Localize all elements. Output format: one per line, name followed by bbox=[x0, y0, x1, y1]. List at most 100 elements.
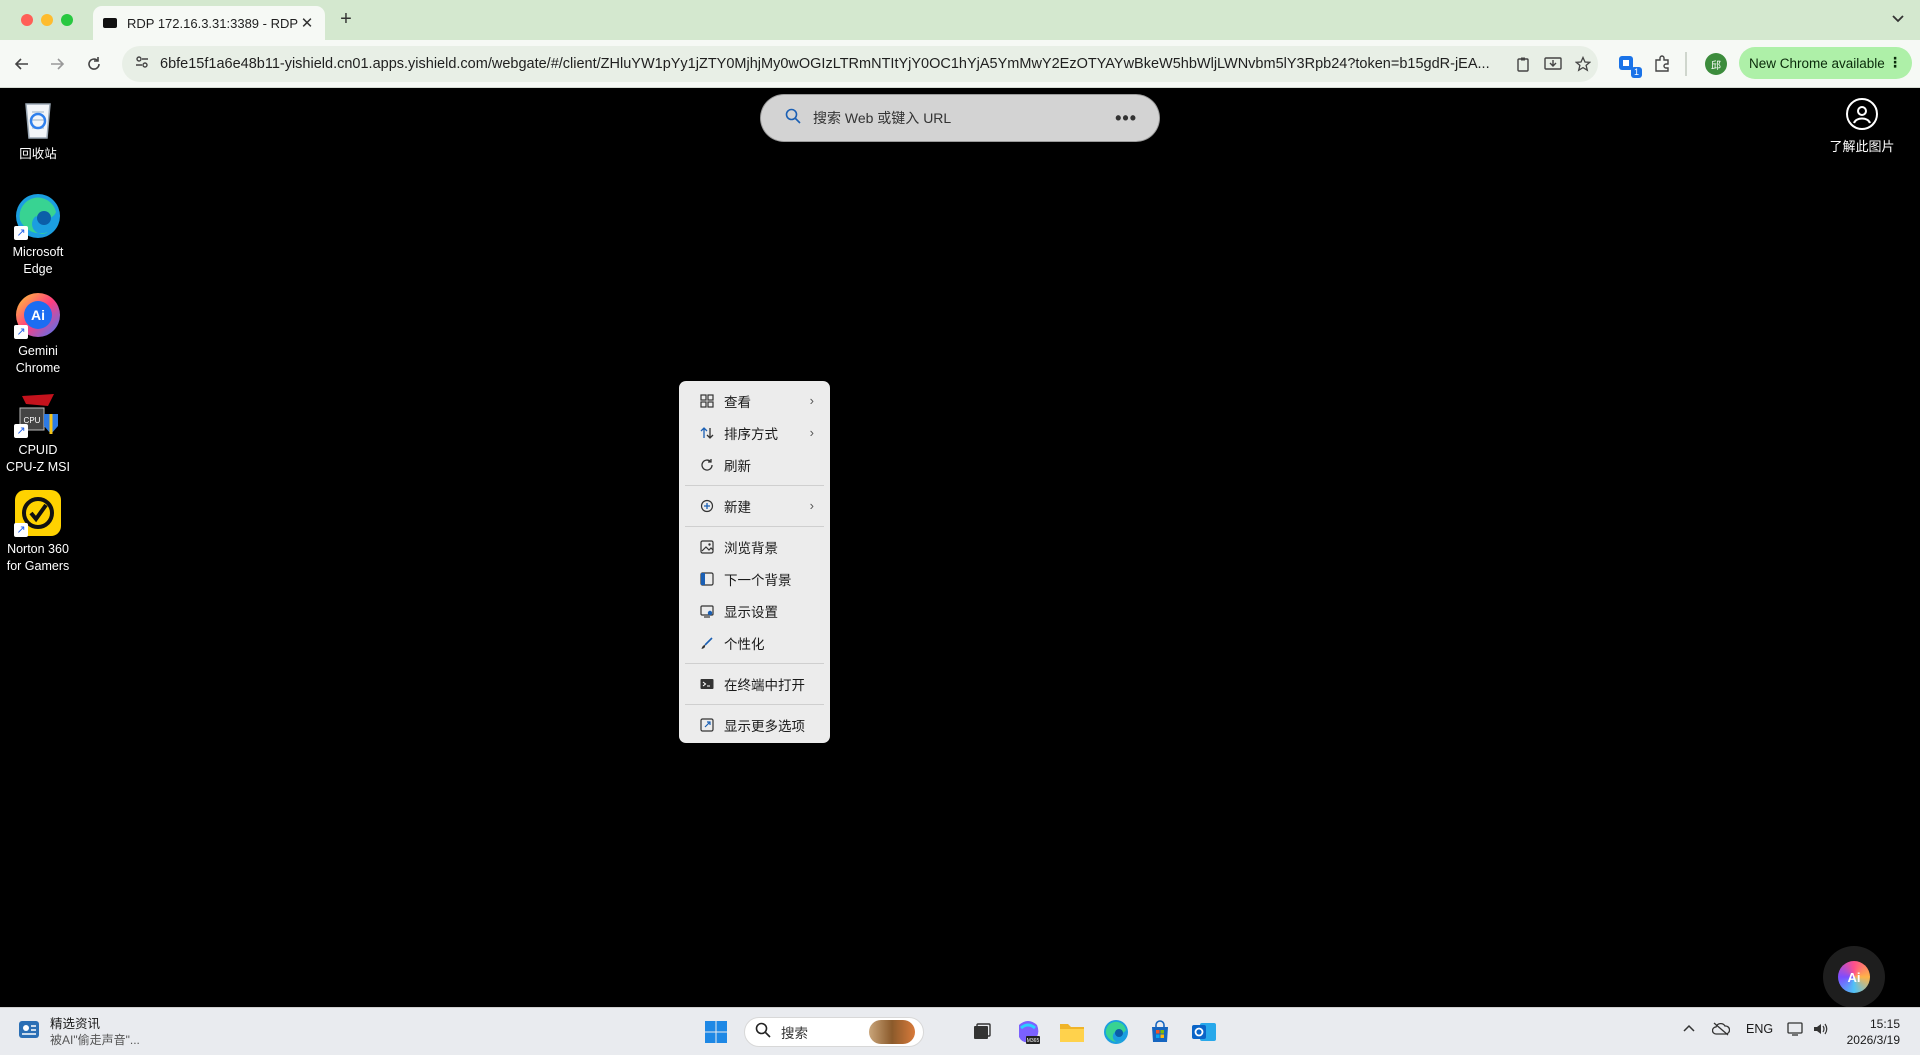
extension-badge: 1 bbox=[1630, 67, 1642, 78]
search-highlight-image bbox=[869, 1020, 915, 1044]
menu-item-label: 下一个背景 bbox=[724, 573, 792, 588]
menu-item-label: 个性化 bbox=[724, 637, 765, 652]
file-explorer-icon[interactable] bbox=[1057, 1017, 1087, 1047]
image-icon bbox=[699, 539, 715, 555]
clock-time: 15:15 bbox=[1869, 1017, 1900, 1031]
menu-item-label: 查看 bbox=[724, 395, 751, 410]
next-bg-icon bbox=[699, 571, 715, 587]
onedrive-offline-icon[interactable] bbox=[1711, 1022, 1731, 1039]
outlook-icon[interactable] bbox=[1189, 1017, 1219, 1047]
remote-desktop[interactable]: 回收站 ↗ Microsoft Edge Ai ↗ Gemini Chrome … bbox=[0, 88, 1920, 1008]
svg-text:Ai: Ai bbox=[31, 307, 45, 323]
shortcut-arrow-icon: ↗ bbox=[14, 325, 28, 339]
menu-item-next-background[interactable]: 下一个背景 bbox=[683, 563, 826, 595]
menu-item-label: 新建 bbox=[724, 500, 751, 515]
taskbar-search-box[interactable]: 搜索 bbox=[744, 1017, 924, 1047]
input-language[interactable]: ENG bbox=[1746, 1022, 1773, 1036]
site-info-icon[interactable] bbox=[130, 54, 154, 75]
start-windows-icon[interactable] bbox=[701, 1017, 731, 1047]
clipboard-icon[interactable] bbox=[1508, 56, 1538, 72]
camera-lens-icon bbox=[1846, 98, 1878, 130]
edge-taskbar-icon[interactable] bbox=[1101, 1017, 1131, 1047]
microsoft-store-icon[interactable] bbox=[1145, 1017, 1175, 1047]
update-label: New Chrome available bbox=[1749, 55, 1885, 71]
rdp-favicon-icon bbox=[103, 18, 117, 28]
window-minimize-button[interactable] bbox=[41, 14, 53, 26]
m365-copilot-icon[interactable]: M365 bbox=[1013, 1017, 1043, 1047]
clock-date: 2026/3/19 bbox=[1846, 1033, 1900, 1047]
desktop-icon-gemini-chrome[interactable]: Ai ↗ Gemini Chrome bbox=[2, 291, 74, 377]
menu-item-sort[interactable]: 排序方式 › bbox=[683, 417, 826, 449]
chevron-right-icon: › bbox=[809, 498, 814, 513]
new-plus-icon bbox=[699, 498, 715, 514]
search-icon bbox=[755, 1022, 771, 1043]
desktop-icon-label: Gemini Chrome bbox=[15, 344, 61, 375]
more-vertical-icon[interactable]: ⋮ bbox=[1888, 54, 1902, 71]
news-widget[interactable]: 精选资讯 被AI"偷走声音"... bbox=[16, 1016, 140, 1048]
gemini-chrome-icon: Ai ↗ bbox=[14, 291, 62, 339]
learn-about-picture-label: 了解此图片 bbox=[1829, 139, 1895, 154]
grid-icon bbox=[699, 393, 715, 409]
more-horizontal-icon[interactable]: ••• bbox=[1115, 108, 1137, 129]
shortcut-arrow-icon: ↗ bbox=[14, 424, 28, 438]
taskbar-search-placeholder: 搜索 bbox=[781, 1026, 808, 1041]
desktop-search-bar[interactable]: 搜索 Web 或键入 URL ••• bbox=[761, 95, 1159, 141]
menu-item-label: 排序方式 bbox=[724, 427, 778, 442]
desktop-icon-norton[interactable]: ↗ Norton 360 for Gamers bbox=[2, 489, 74, 575]
search-icon bbox=[785, 108, 801, 129]
tab-title: RDP 172.16.3.31:3389 - RDP bbox=[127, 15, 299, 31]
network-display-icon[interactable] bbox=[1787, 1022, 1805, 1039]
taskbar-clock[interactable]: 15:15 2026/3/19 bbox=[1838, 1016, 1900, 1048]
new-tab-button[interactable]: + bbox=[336, 8, 356, 31]
chrome-tab-strip: RDP 172.16.3.31:3389 - RDP ✕ + bbox=[0, 0, 1920, 40]
menu-item-label: 显示设置 bbox=[724, 605, 778, 620]
menu-item-personalize[interactable]: 个性化 bbox=[683, 627, 826, 659]
menu-item-display-settings[interactable]: 显示设置 bbox=[683, 595, 826, 627]
desktop-icon-label: Microsoft Edge bbox=[12, 245, 64, 276]
back-arrow-icon[interactable] bbox=[10, 52, 34, 76]
tab-search-chevron-icon[interactable] bbox=[1890, 10, 1906, 26]
desktop-icon-recycle-bin[interactable]: 回收站 bbox=[2, 94, 74, 163]
chrome-update-button[interactable]: New Chrome available ⋮ bbox=[1739, 47, 1912, 79]
menu-separator bbox=[685, 526, 824, 527]
install-app-icon[interactable] bbox=[1538, 56, 1568, 72]
menu-item-label: 在终端中打开 bbox=[724, 678, 805, 693]
volume-icon[interactable] bbox=[1812, 1022, 1830, 1039]
extension-icon[interactable]: 1 bbox=[1615, 52, 1642, 78]
windows-taskbar: 精选资讯 被AI"偷走声音"... 搜索 M365 ENG 15:15 2026… bbox=[0, 1007, 1920, 1055]
profile-avatar[interactable]: 邱 bbox=[1705, 53, 1727, 75]
menu-item-label: 浏览背景 bbox=[724, 541, 778, 556]
shortcut-arrow-icon: ↗ bbox=[14, 523, 28, 537]
menu-item-view[interactable]: 查看 › bbox=[683, 385, 826, 417]
browser-tab[interactable]: RDP 172.16.3.31:3389 - RDP ✕ bbox=[93, 6, 325, 40]
learn-about-picture[interactable]: 了解此图片 bbox=[1828, 98, 1896, 155]
desktop-icon-cpuz[interactable]: CPU ↗ CPUID CPU-Z MSI bbox=[2, 390, 74, 476]
terminal-icon bbox=[699, 676, 715, 692]
menu-item-browse-background[interactable]: 浏览背景 bbox=[683, 531, 826, 563]
task-view-icon[interactable] bbox=[967, 1017, 997, 1047]
menu-item-label: 刷新 bbox=[724, 459, 751, 474]
menu-item-new[interactable]: 新建 › bbox=[683, 490, 826, 522]
news-title: 精选资讯 bbox=[50, 1017, 101, 1031]
tab-close-icon[interactable]: ✕ bbox=[299, 14, 315, 32]
ai-logo-icon: Ai bbox=[1838, 961, 1870, 993]
svg-text:M365: M365 bbox=[1027, 1038, 1040, 1044]
chevron-right-icon: › bbox=[809, 393, 814, 408]
shortcut-arrow-icon: ↗ bbox=[14, 226, 28, 240]
tray-chevron-up-icon[interactable] bbox=[1682, 1022, 1696, 1039]
bookmark-star-icon[interactable] bbox=[1568, 56, 1598, 72]
ai-assistant-button[interactable]: Ai bbox=[1823, 946, 1885, 1008]
menu-item-refresh[interactable]: 刷新 bbox=[683, 449, 826, 481]
window-close-button[interactable] bbox=[21, 14, 33, 26]
desktop-icon-edge[interactable]: ↗ Microsoft Edge bbox=[2, 192, 74, 278]
menu-item-open-in-terminal[interactable]: 在终端中打开 bbox=[683, 668, 826, 700]
extensions-puzzle-icon[interactable] bbox=[1650, 52, 1674, 76]
window-maximize-button[interactable] bbox=[61, 14, 73, 26]
forward-arrow-icon[interactable] bbox=[45, 52, 69, 76]
browser-toolbar: 6bfe15f1a6e48b11-yishield.cn01.apps.yish… bbox=[0, 40, 1920, 88]
sort-icon bbox=[699, 425, 715, 441]
reload-icon[interactable] bbox=[82, 52, 106, 76]
menu-item-show-more-options[interactable]: 显示更多选项 bbox=[683, 709, 826, 741]
address-bar[interactable]: 6bfe15f1a6e48b11-yishield.cn01.apps.yish… bbox=[122, 46, 1598, 82]
brush-icon bbox=[699, 635, 715, 651]
